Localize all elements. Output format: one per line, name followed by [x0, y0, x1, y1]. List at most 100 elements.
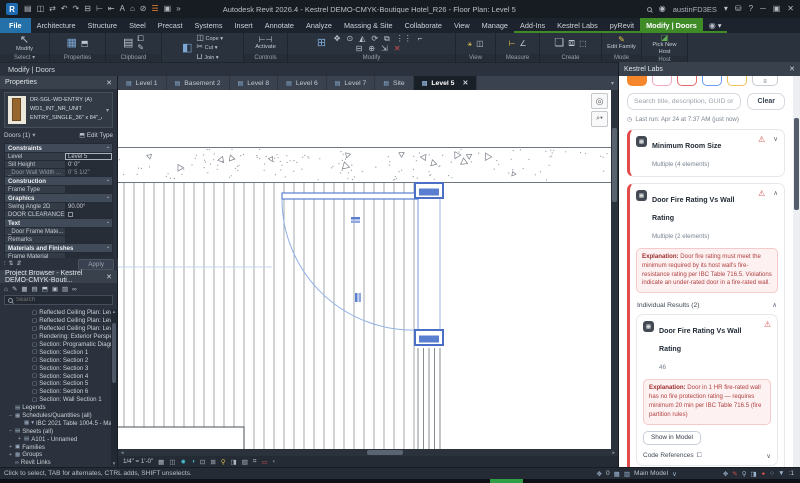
section-materials[interactable]: Materials and Finishes ▪: [5, 244, 112, 253]
tree-item-sheet-a101[interactable]: + ▤ A101 - Unnamed: [0, 435, 111, 443]
tree-item-families[interactable]: + ▣ Families: [0, 443, 111, 451]
filter-chip-blue[interactable]: [702, 76, 722, 86]
scroll-right-icon[interactable]: ►: [612, 450, 616, 455]
filter-chip-red[interactable]: [677, 76, 697, 86]
steering-wheel-icon[interactable]: ◎: [591, 93, 608, 109]
screencast-icon[interactable]: ◉ ▾: [703, 18, 728, 33]
edit-family-tool[interactable]: ✎ Edit Family: [607, 36, 637, 51]
project-browser-search[interactable]: [4, 295, 113, 305]
hide-icon[interactable]: ◫: [476, 39, 484, 48]
mirror-icon[interactable]: ◭: [359, 34, 365, 43]
thin-lines-icon[interactable]: ☰: [152, 5, 159, 13]
project-browser-search-input[interactable]: [16, 297, 96, 303]
tree-item[interactable]: ▢ Section: Section 3: [0, 364, 111, 372]
pb-link-icon[interactable]: ∞: [72, 286, 77, 293]
taskbar-active-app[interactable]: [490, 479, 523, 483]
undo-icon[interactable]: ↶: [61, 5, 68, 13]
match-type-icon[interactable]: ✎: [137, 44, 144, 52]
tree-item-legends[interactable]: ▤ Legends: [0, 404, 111, 412]
kestrel-panel-header[interactable]: Kestrel Labs ✕: [619, 62, 800, 76]
kestrel-search-input[interactable]: [627, 93, 742, 110]
editable-only-icon[interactable]: ✥: [597, 470, 602, 478]
view-tab-overflow-icon[interactable]: ▾: [607, 76, 618, 90]
visual-style-icon[interactable]: ◫: [169, 458, 175, 466]
restore-button[interactable]: ▣: [773, 5, 781, 13]
sun-path-icon[interactable]: ✹: [180, 458, 185, 466]
modify-tool[interactable]: ↖ Modify: [10, 34, 40, 53]
panel-label-properties[interactable]: Properties: [50, 54, 105, 62]
reveal-hidden-icon[interactable]: ◨: [231, 458, 237, 466]
clear-button[interactable]: Clear: [747, 93, 785, 110]
section-construction[interactable]: Construction ▪: [5, 177, 112, 186]
zoom-tool-icon[interactable]: ⌕▾: [591, 111, 608, 127]
type-selector[interactable]: DR-SGL-WD-ENTRY (A) WD1_INT_NR_UNIT ENTR…: [4, 92, 113, 128]
chevron-up-icon[interactable]: ∧: [773, 189, 778, 197]
pb-sheets-icon[interactable]: ▤: [32, 285, 38, 293]
background-process-icon[interactable]: ○: [770, 470, 774, 477]
tree-item[interactable]: ▢Reflected Ceiling Plan: Level 9: [0, 325, 111, 333]
canvas-vertical-scrollbar[interactable]: [611, 90, 618, 449]
filter-chip-pink[interactable]: [652, 76, 672, 86]
tab-steel[interactable]: Steel: [123, 18, 152, 33]
tab-pyrevit[interactable]: pyRevit: [604, 18, 640, 33]
pb-edit-icon[interactable]: ✎: [12, 285, 17, 293]
tree-item-sheets[interactable]: − ▤ Sheets (all): [0, 427, 111, 435]
delete-icon[interactable]: ✕: [394, 44, 401, 53]
paste-icon[interactable]: ▤: [123, 38, 133, 49]
panel-label-create[interactable]: Create: [540, 54, 601, 62]
array-icon[interactable]: ⋮⋮: [396, 34, 412, 43]
door-flip-control[interactable]: [351, 217, 360, 223]
tab-add-ins[interactable]: Add-Ins: [514, 18, 551, 33]
paint-icon[interactable]: ◧: [182, 42, 192, 54]
property-row[interactable]: Swing Angle 2D 90.00°: [5, 203, 112, 211]
category-selector[interactable]: Doors (1): [4, 132, 30, 139]
panel-label-view[interactable]: View: [456, 54, 495, 62]
view-tab[interactable]: ▤ Site: [375, 76, 414, 90]
rotate-icon[interactable]: ⟳: [371, 34, 378, 43]
create-group-icon[interactable]: ❏: [554, 38, 564, 49]
rule-card-door-fire-rating[interactable]: ▦ Door Fire Rating Vs Wall Rating Multipl…: [627, 183, 785, 467]
angle-icon[interactable]: ∠: [519, 39, 526, 48]
tree-item[interactable]: ▢Reflected Ceiling Plan: Level 7: [0, 309, 111, 317]
open-icon[interactable]: ▤: [24, 5, 32, 13]
tab-precast[interactable]: Precast: [152, 18, 189, 33]
pb-group-icon[interactable]: ▨: [62, 285, 68, 293]
copy-icon[interactable]: ⧠: [137, 35, 144, 43]
move-icon[interactable]: ✥: [334, 34, 341, 43]
close-icon[interactable]: ✕: [106, 79, 112, 87]
close-hidden-icon[interactable]: ▣: [164, 5, 172, 13]
project-browser-header[interactable]: Project Browser - Kestrel DEMO-CMYK-Bout…: [0, 270, 117, 284]
tree-item-groups[interactable]: + ▩ Groups: [0, 451, 111, 459]
view-tab[interactable]: ▤ Level 6: [278, 76, 327, 90]
horizontal-scroll-thumb[interactable]: [367, 450, 403, 455]
help-icon[interactable]: ?: [749, 5, 753, 13]
tab-systems[interactable]: Systems: [189, 18, 229, 33]
close-icon[interactable]: ✕: [789, 65, 795, 73]
offset-icon[interactable]: ⊙: [346, 34, 353, 43]
tab-insert[interactable]: Insert: [229, 18, 259, 33]
workset-icon[interactable]: ▦: [614, 470, 620, 478]
select-pinned-icon[interactable]: ⚲: [742, 470, 747, 478]
lightbulb-icon[interactable]: ⚹: [467, 39, 472, 48]
door-clearances-checkbox[interactable]: [68, 212, 73, 217]
pb-family-icon[interactable]: ▣: [52, 285, 58, 293]
main-model-selector[interactable]: Main Model: [634, 470, 668, 477]
tab-kestrel-labs[interactable]: Kestrel Labs: [551, 18, 604, 33]
pb-schedule-icon[interactable]: ⬒: [42, 285, 48, 293]
temporary-view-icon[interactable]: ⌗: [253, 458, 257, 466]
revit-logo-icon[interactable]: R: [6, 3, 18, 15]
signed-in-user[interactable]: austinFD3ES: [673, 5, 717, 14]
properties-icon[interactable]: ▦: [67, 38, 77, 49]
filter-chip-yellow[interactable]: [727, 76, 747, 86]
view-tab[interactable]: ▤ Level 7: [327, 76, 376, 90]
result-card-46[interactable]: ▦ Door Fire Rating Vs Wall Rating 46 ⚠ Ex…: [636, 314, 778, 466]
tree-item-ibc-schedule[interactable]: ▦▾IBC 2021 Table 1004.5 - Maximun: [0, 419, 111, 427]
panel-label-measure[interactable]: Measure: [496, 54, 539, 62]
filter-icon[interactable]: ▼: [778, 470, 784, 477]
tree-item[interactable]: ▢ Section: Section 1: [0, 348, 111, 356]
design-option-icon[interactable]: ▥: [624, 470, 630, 478]
properties-help-icon[interactable]: ⫶: [4, 261, 6, 267]
pb-home-icon[interactable]: ⌂: [4, 286, 8, 293]
view-scale[interactable]: 1/4" = 1'-0": [123, 458, 153, 465]
text-icon[interactable]: A: [120, 5, 125, 13]
